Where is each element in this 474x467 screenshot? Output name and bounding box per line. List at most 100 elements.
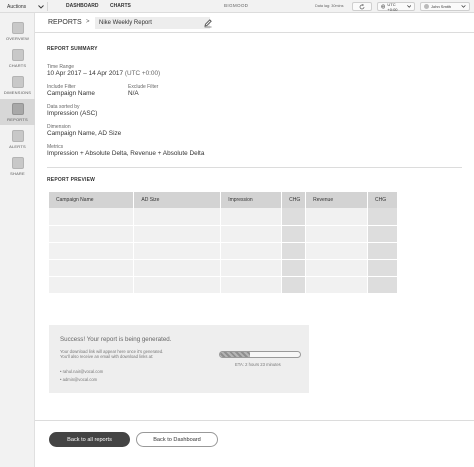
table-cell (281, 208, 307, 226)
table-cell (133, 276, 222, 294)
sidebar-item-label: ALERTS (9, 144, 26, 149)
chevron-down-icon (38, 4, 44, 9)
table-cell (281, 276, 307, 294)
chevron-down-icon (461, 5, 466, 8)
generation-status-panel: Success! Your report is being generated.… (49, 325, 309, 393)
brand-logo: BIGMOOD (224, 3, 249, 8)
table-cell (281, 259, 307, 277)
sidebar-item-label: OVERVIEW (5, 36, 30, 41)
table-cell (133, 225, 222, 243)
table-cell (305, 225, 368, 243)
auction-selector[interactable]: Auctions (2, 2, 48, 11)
overview-icon (11, 22, 24, 34)
table-cell (49, 242, 135, 260)
email-address: admin@vocal.com (62, 377, 98, 382)
data-lag-label: Data lag: 30mins (315, 3, 344, 8)
table-cell (281, 225, 307, 243)
timezone-selector[interactable]: UTC +0:00 (377, 1, 415, 12)
table-cell (220, 259, 283, 277)
section-divider (47, 167, 462, 168)
sidebar-item-overview[interactable]: OVERVIEW (0, 18, 35, 44)
table-cell (49, 259, 135, 277)
table-cell (49, 208, 135, 226)
table-row (49, 208, 398, 226)
table-cell (220, 242, 283, 260)
success-message: Success! Your report is being generated. (60, 336, 172, 343)
report-preview-table: Campaign Name AD Size Impression CHG Rev… (49, 192, 398, 294)
sidebar-item-charts[interactable]: CHARTS (0, 45, 35, 71)
sidebar-item-reports[interactable]: REPORTS (0, 99, 35, 125)
nav-dashboard[interactable]: DASHBOARD (66, 3, 99, 9)
table-cell (281, 242, 307, 260)
column-header-chg: CHG (281, 192, 307, 208)
column-header-chg: CHG (367, 192, 398, 208)
sorted-by-value: Impression (ASC) (47, 110, 98, 117)
table-cell (133, 242, 222, 260)
refresh-icon (359, 3, 365, 9)
email-list-item: • admin@vocal.com (60, 377, 98, 382)
table-row (49, 225, 398, 243)
table-cell (133, 259, 222, 277)
report-name-field[interactable]: Nike Weekly Report (95, 17, 210, 29)
column-header-campaign-name: Campaign Name (49, 192, 135, 208)
user-name: John Smith (431, 4, 452, 9)
table-cell (367, 259, 398, 277)
table-row (49, 276, 398, 294)
sidebar-item-label: CHARTS (8, 63, 27, 68)
sidebar: OVERVIEW CHARTS DIMENSIONS REPORTS ALERT… (0, 13, 35, 467)
refresh-button[interactable] (352, 2, 372, 11)
table-cell (305, 276, 368, 294)
time-range-dates: 10 Apr 2017 – 14 Apr 2017 (47, 70, 124, 77)
user-menu[interactable]: John Smith (420, 2, 470, 11)
auction-selector-label: Auctions (7, 3, 27, 10)
progress-fill (220, 352, 251, 357)
nav-charts[interactable]: CHARTS (110, 3, 131, 9)
column-header-revenue: Revenue (305, 192, 368, 208)
column-header-impression: Impression (220, 192, 283, 208)
exclude-filter-value: N/A (128, 90, 139, 97)
table-cell (367, 276, 398, 294)
sidebar-item-alerts[interactable]: ALERTS (0, 126, 35, 152)
table-cell (133, 208, 222, 226)
report-preview-title: REPORT PREVIEW (47, 177, 96, 183)
progress-bar (219, 351, 301, 358)
avatar (424, 4, 429, 9)
table-cell (220, 208, 283, 226)
page-title: REPORTS (48, 19, 82, 26)
sidebar-item-label: REPORTS (7, 117, 28, 122)
pencil-icon[interactable] (203, 18, 213, 28)
column-header-ad-size: AD Size (133, 192, 222, 208)
email-address: rahul.nair@vocal.com (62, 369, 104, 374)
alerts-icon (11, 130, 24, 142)
report-name-value: Nike Weekly Report (99, 20, 152, 26)
footer-divider (35, 420, 474, 421)
charts-icon (11, 49, 24, 61)
table-cell (367, 225, 398, 243)
table-cell (305, 242, 368, 260)
time-range-tz: (UTC +0:00) (124, 70, 161, 77)
table-cell (305, 208, 368, 226)
table-cell (220, 225, 283, 243)
breadcrumb-separator: > (86, 19, 90, 25)
table-cell (367, 242, 398, 260)
metrics-value: Impression + Absolute Delta, Revenue + A… (47, 150, 205, 157)
sidebar-item-share[interactable]: SHARE (0, 153, 35, 179)
download-info-line: You'll also receive an email with downlo… (60, 354, 154, 360)
sidebar-item-dimensions[interactable]: DIMENSIONS (0, 72, 35, 98)
table-cell (367, 208, 398, 226)
back-to-dashboard-button[interactable]: Back to Dashboard (136, 432, 218, 447)
page-header: REPORTS > Nike Weekly Report (35, 13, 474, 33)
email-list-item: • rahul.nair@vocal.com (60, 369, 104, 374)
dimension-value: Campaign Name, AD Size (47, 130, 122, 137)
table-cell (305, 259, 368, 277)
table-cell (49, 276, 135, 294)
globe-icon (381, 4, 386, 9)
timezone-label: UTC +0:00 (387, 1, 398, 12)
table-row (49, 259, 398, 277)
back-to-reports-button[interactable]: Back to all reports (49, 432, 130, 447)
table-cell (220, 276, 283, 294)
eta-label: ETA: 2 hours 23 minutes (235, 362, 281, 367)
dimensions-icon (11, 76, 24, 88)
table-header-row: Campaign Name AD Size Impression CHG Rev… (49, 192, 398, 208)
top-bar: Auctions DASHBOARD CHARTS BIGMOOD Data l… (0, 0, 474, 13)
